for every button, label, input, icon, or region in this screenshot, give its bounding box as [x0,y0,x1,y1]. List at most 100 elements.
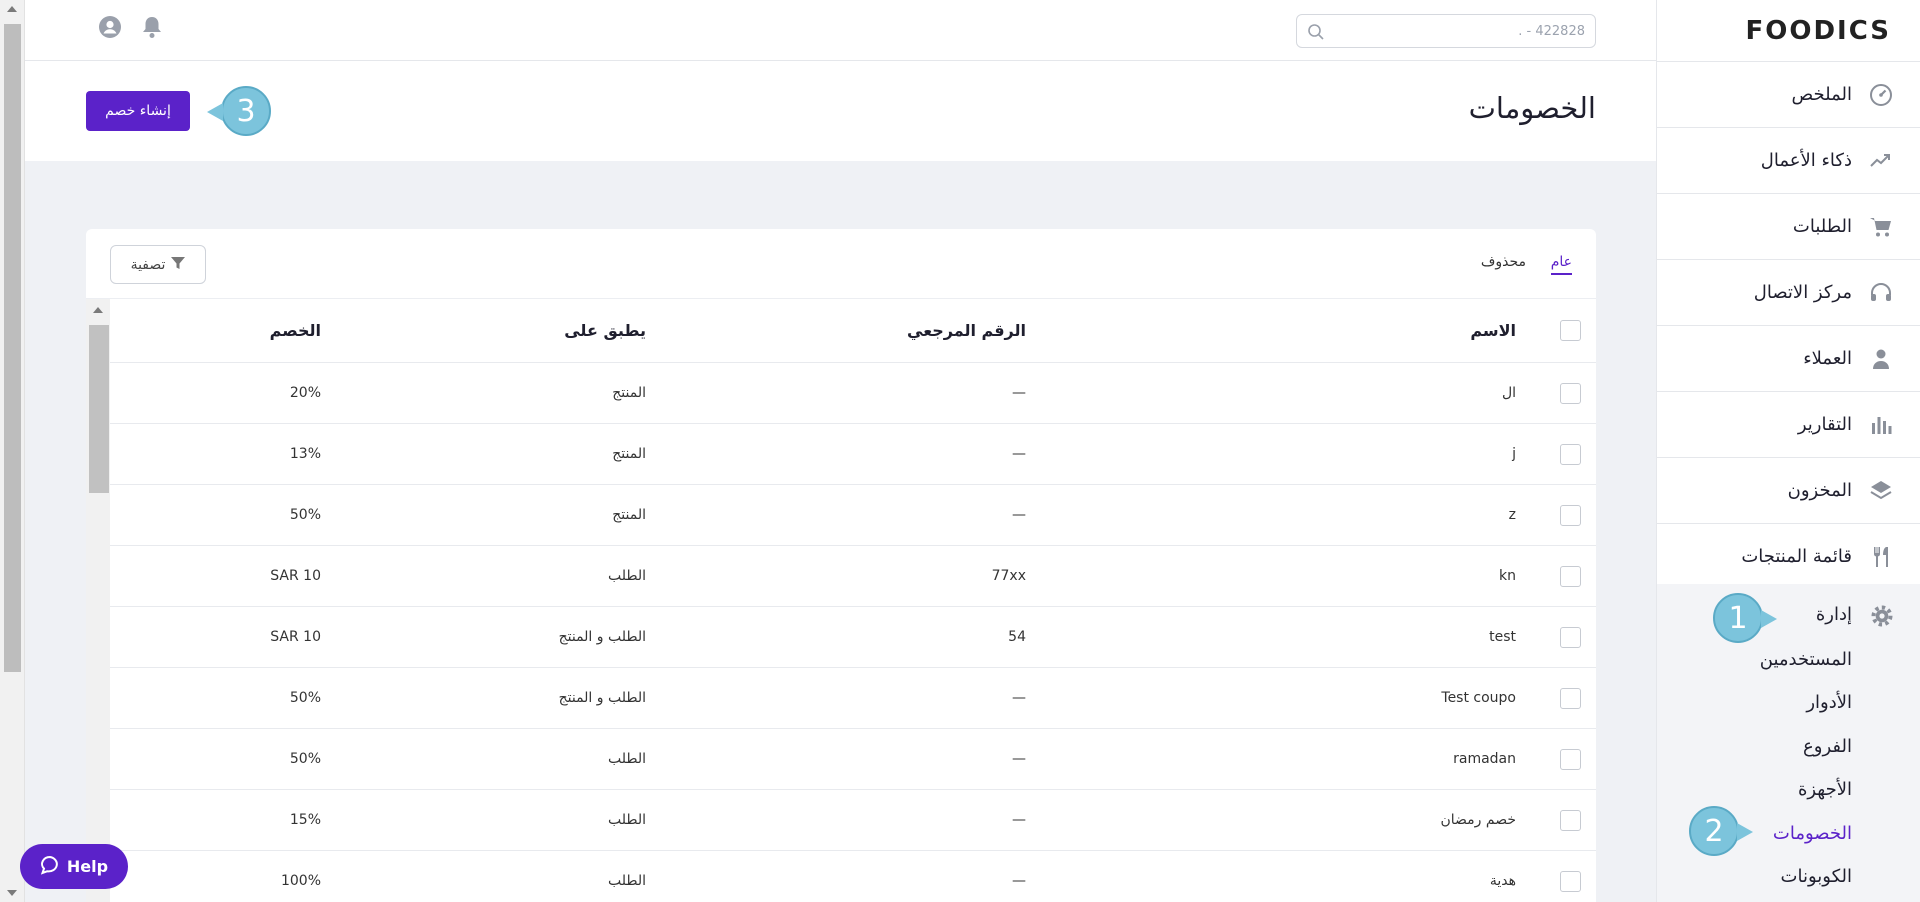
table-row[interactable]: خصم رمضان — الطلب 15% [110,790,1596,851]
annotation-bubble-2: 2 [1689,806,1753,856]
cell-name: j [1512,446,1516,462]
row-checkbox-cell [1558,363,1582,423]
table-row[interactable]: هدية — الطلب 100% [110,851,1596,902]
row-checkbox[interactable] [1559,870,1581,892]
header-reference[interactable]: الرقم المرجعي [907,299,1026,362]
cell-applies-to: المنتج [612,507,646,523]
header-applies-to[interactable]: يطبق على [564,299,646,362]
layers-icon [1868,478,1894,504]
row-checkbox[interactable] [1559,443,1581,465]
select-all-checkbox[interactable] [1559,320,1581,341]
bell-icon[interactable] [139,14,165,40]
cell-discount: 50% [289,507,321,523]
sidebar-item-business-intelligence[interactable]: ذكاء الأعمال [1657,128,1920,194]
profile-icon[interactable] [97,14,123,40]
scroll-down-arrow[interactable] [7,890,17,896]
sidebar-item-menu[interactable]: قائمة المنتجات [1657,524,1920,590]
page-scrollbar[interactable] [0,0,25,902]
table-row[interactable]: j — المنتج 13% [110,424,1596,485]
table-scrollbar-thumb[interactable] [89,325,109,493]
table-row[interactable]: ramadan — الطلب 50% [110,729,1596,790]
sidebar-item-customers[interactable]: العملاء [1657,326,1920,392]
cell-name: Test coupo [1441,690,1516,706]
row-checkbox[interactable] [1559,626,1581,648]
header-name[interactable]: الاسم [1470,299,1516,362]
sidebar-item-admin[interactable]: إدارة [1657,584,1920,650]
sidebar-item-label: التقارير [1797,414,1852,435]
sidebar-item-label: الملخص [1791,84,1852,105]
sidebar-item-label: قائمة المنتجات [1741,546,1852,567]
table-row[interactable]: Test coupo — الطلب و المنتج 50% [110,668,1596,729]
row-checkbox-cell [1558,851,1582,902]
filter-button[interactable]: تصفية [110,245,206,284]
sidebar-subitem-discounts[interactable]: الخصومات [1773,823,1852,844]
table-scroll-up-arrow[interactable] [93,307,103,313]
sidebar-item-summary[interactable]: الملخص [1657,62,1920,128]
sidebar-item-call-center[interactable]: مركز الاتصال [1657,260,1920,326]
sidebar-subitem-branches[interactable]: الفروع [1803,736,1852,757]
cell-applies-to: الطلب و المنتج [558,629,646,645]
row-checkbox-cell [1558,607,1582,667]
cell-reference: — [1012,446,1026,462]
cell-discount: SAR 10 [270,629,321,645]
foodics-logo[interactable]: FOODICS [1745,16,1891,46]
cell-discount: 15% [289,812,321,828]
filter-icon [171,256,186,274]
search-box[interactable] [1296,14,1596,48]
cell-applies-to: الطلب [607,568,646,584]
row-checkbox-cell [1558,668,1582,728]
table-scrollbar[interactable] [86,299,110,902]
cell-reference: — [1012,385,1026,401]
sidebar-subitem-users[interactable]: المستخدمين [1760,649,1852,670]
cell-applies-to: الطلب [607,873,646,889]
cell-applies-to: المنتج [612,446,646,462]
row-checkbox-cell [1558,424,1582,484]
headset-icon [1868,280,1894,306]
scrollbar-thumb[interactable] [4,24,21,672]
cart-icon [1868,214,1894,240]
discounts-card: عام محذوف تصفية الاسم الرقم المرجعي يطبق… [86,229,1596,902]
cell-reference: 54 [1008,629,1026,645]
row-checkbox-cell [1558,485,1582,545]
row-checkbox[interactable] [1559,504,1581,526]
table-row[interactable]: kn 77xx الطلب SAR 10 [110,546,1596,607]
table-row[interactable]: z — المنتج 50% [110,485,1596,546]
sidebar-subitem-coupons[interactable]: الكوبونات [1781,866,1852,887]
sidebar-item-orders[interactable]: الطلبات [1657,194,1920,260]
table-row[interactable]: ال — المنتج 20% [110,363,1596,424]
row-checkbox[interactable] [1559,809,1581,831]
row-checkbox[interactable] [1559,748,1581,770]
cell-name: test [1489,629,1516,645]
discounts-table: الاسم الرقم المرجعي يطبق على الخصم ال — … [110,299,1596,902]
tab-deleted[interactable]: محذوف [1481,254,1526,270]
gear-icon [1868,604,1894,630]
annotation-bubble-3: 3 [207,86,271,136]
sidebar-item-label: الطلبات [1792,216,1852,237]
sidebar-item-inventory[interactable]: المخزون [1657,458,1920,524]
sidebar-item-reports[interactable]: التقارير [1657,392,1920,458]
row-checkbox[interactable] [1559,382,1581,404]
scroll-up-arrow[interactable] [7,6,17,12]
tab-general[interactable]: عام [1550,254,1572,275]
help-button[interactable]: Help [20,844,128,889]
cell-name: ramadan [1453,751,1516,767]
sidebar-item-label: ذكاء الأعمال [1760,150,1852,171]
cell-reference: 77xx [991,568,1026,584]
header-discount[interactable]: الخصم [270,299,321,362]
dashboard-icon [1868,82,1894,108]
cell-applies-to: الطلب و المنتج [558,690,646,706]
cell-discount: 50% [289,751,321,767]
customers-icon [1868,346,1894,372]
create-discount-button[interactable]: إنشاء خصم [86,91,190,131]
cell-applies-to: الطلب [607,751,646,767]
row-checkbox[interactable] [1559,565,1581,587]
sidebar-subitem-devices[interactable]: الأجهزة [1798,779,1852,800]
table-row[interactable]: test 54 الطلب و المنتج SAR 10 [110,607,1596,668]
sidebar-item-label: المخزون [1787,480,1852,501]
search-icon[interactable] [1307,23,1325,41]
sidebar-subitem-roles[interactable]: الأدوار [1806,692,1852,713]
cell-discount: 100% [280,873,321,889]
search-input[interactable] [1345,21,1585,41]
row-checkbox[interactable] [1559,687,1581,709]
chat-icon [40,855,60,879]
